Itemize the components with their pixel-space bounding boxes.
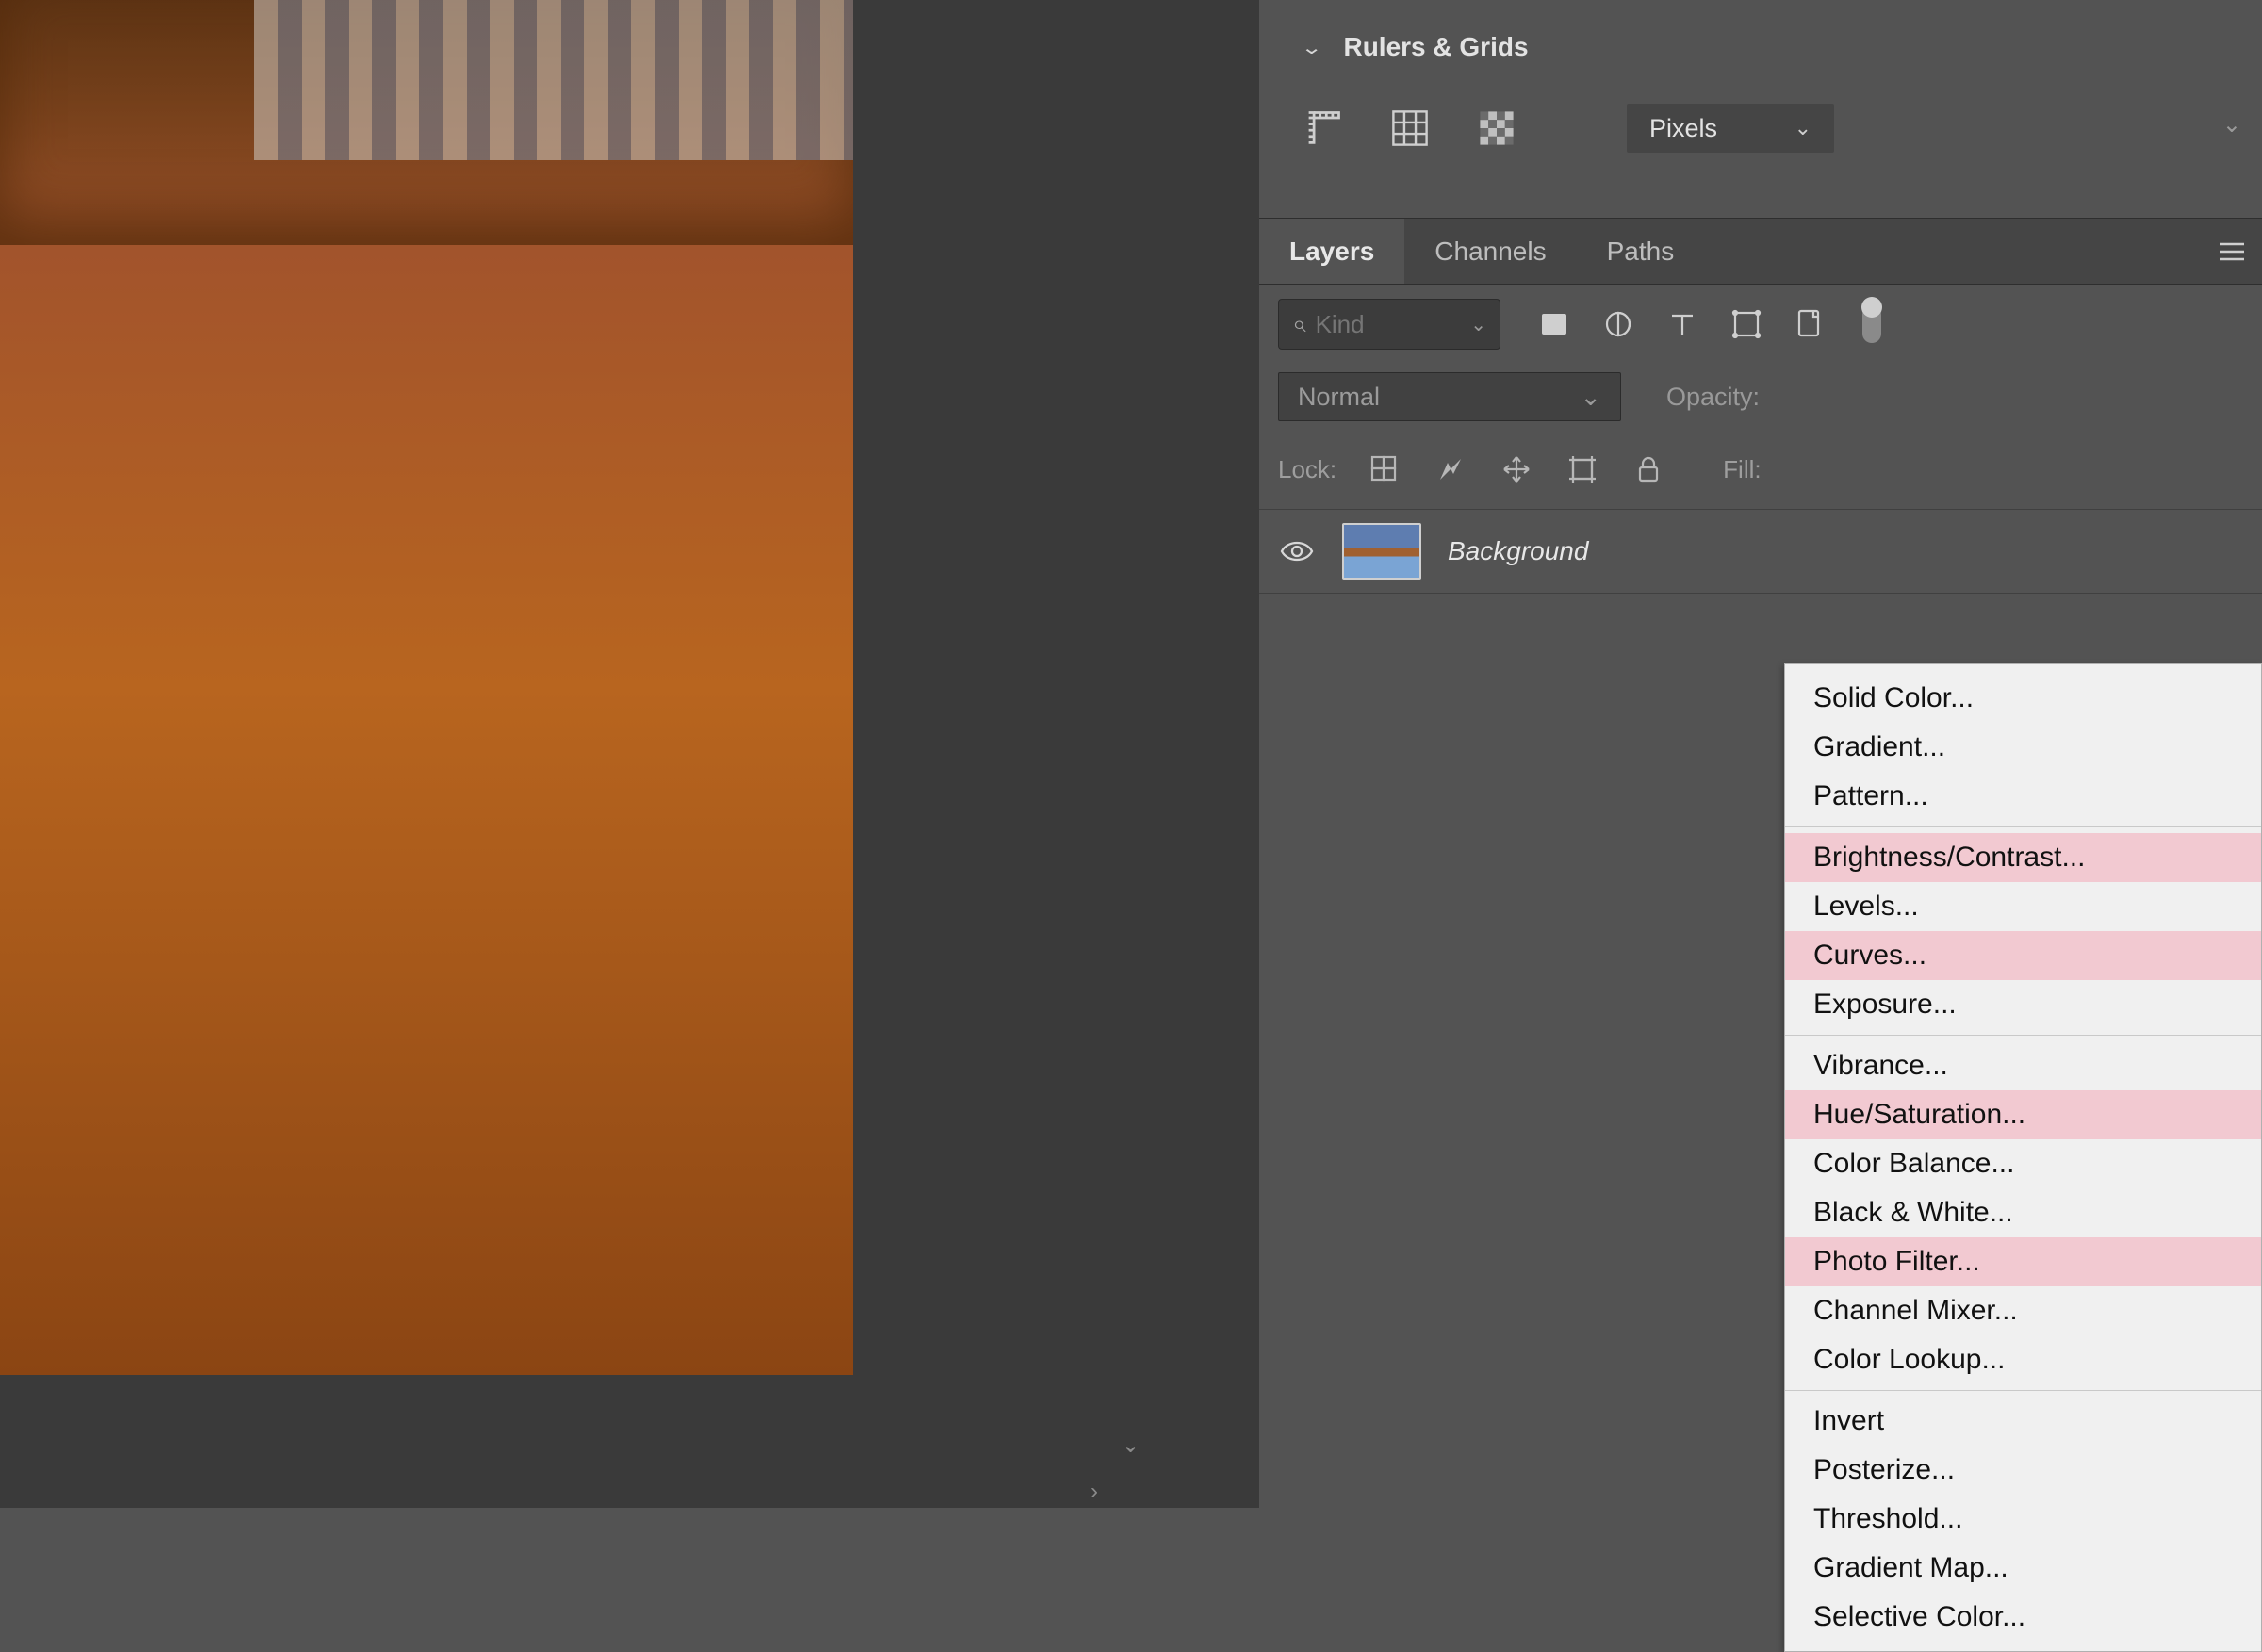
blend-mode-value: Normal	[1298, 383, 1380, 412]
rulers-grids-title: Rulers & Grids	[1343, 32, 1528, 62]
lock-fill-row: Lock: Fill:	[1259, 430, 2262, 509]
layer-filter-icons	[1536, 305, 1881, 343]
transparency-grid-icon[interactable]	[1474, 106, 1519, 151]
tab-layers[interactable]: Layers	[1259, 219, 1404, 284]
lock-position-icon[interactable]	[1499, 451, 1534, 487]
chevron-down-icon: ⌄	[1580, 383, 1601, 412]
menu-item-threshold[interactable]: Threshold...	[1785, 1495, 2261, 1544]
menu-item-exposure[interactable]: Exposure...	[1785, 980, 2261, 1029]
layer-filter-kind[interactable]: ⌕ ⌄	[1278, 299, 1500, 350]
tab-channels[interactable]: Channels	[1404, 219, 1576, 284]
layer-thumbnail[interactable]	[1342, 523, 1421, 580]
vertical-scrollbar[interactable]: ⌄	[1117, 0, 1144, 1470]
rulers-grids-panel: ⌄ Rulers & Grids Pixels ⌄	[1259, 0, 2262, 219]
menu-separator	[1785, 826, 2261, 827]
menu-item-color-lookup[interactable]: Color Lookup...	[1785, 1335, 2261, 1384]
filter-shape-icon[interactable]	[1729, 306, 1764, 342]
fill-label: Fill:	[1723, 455, 1761, 484]
menu-item-black-white[interactable]: Black & White...	[1785, 1188, 2261, 1237]
menu-item-hue-saturation[interactable]: Hue/Saturation...	[1785, 1090, 2261, 1139]
menu-item-invert[interactable]: Invert	[1785, 1397, 2261, 1446]
scroll-right-icon: ›	[1090, 1479, 1098, 1505]
lock-label: Lock:	[1278, 455, 1336, 484]
lock-transparency-icon[interactable]	[1367, 451, 1402, 487]
menu-item-curves[interactable]: Curves...	[1785, 931, 2261, 980]
chevron-down-icon: ⌄	[1301, 36, 1322, 57]
blend-mode-select[interactable]: Normal ⌄	[1278, 372, 1621, 421]
menu-item-gradient[interactable]: Gradient...	[1785, 723, 2261, 772]
menu-item-photo-filter[interactable]: Photo Filter...	[1785, 1237, 2261, 1286]
menu-item-selective-color[interactable]: Selective Color...	[1785, 1593, 2261, 1642]
layer-row-background[interactable]: Background	[1259, 509, 2262, 594]
document-image[interactable]	[0, 0, 853, 1375]
lock-image-icon[interactable]	[1433, 451, 1468, 487]
filter-type-icon[interactable]	[1664, 306, 1700, 342]
menu-item-gradient-map[interactable]: Gradient Map...	[1785, 1544, 2261, 1593]
layers-panel: Layers Channels Paths ⌕ ⌄	[1259, 219, 2262, 1508]
layer-filter-row: ⌕ ⌄	[1259, 285, 2262, 364]
visibility-eye-icon[interactable]	[1278, 532, 1316, 570]
chevron-down-icon: ⌄	[1795, 116, 1811, 140]
menu-item-channel-mixer[interactable]: Channel Mixer...	[1785, 1286, 2261, 1335]
menu-item-vibrance[interactable]: Vibrance...	[1785, 1041, 2261, 1090]
lock-all-icon[interactable]	[1631, 451, 1666, 487]
menu-item-solid-color[interactable]: Solid Color...	[1785, 674, 2261, 723]
horizontal-scrollbar[interactable]: ›	[0, 1475, 1117, 1508]
panel-menu-icon[interactable]	[2202, 219, 2262, 284]
tab-paths[interactable]: Paths	[1577, 219, 1705, 284]
grid-icon[interactable]	[1387, 106, 1433, 151]
chevron-down-icon: ⌄	[1470, 313, 1486, 336]
menu-item-pattern[interactable]: Pattern...	[1785, 772, 2261, 821]
menu-item-brightness-contrast[interactable]: Brightness/Contrast...	[1785, 833, 2261, 882]
ruler-icon[interactable]	[1301, 106, 1346, 151]
ruler-units-value: Pixels	[1649, 114, 1717, 143]
menu-item-levels[interactable]: Levels...	[1785, 882, 2261, 931]
menu-item-posterize[interactable]: Posterize...	[1785, 1446, 2261, 1495]
ruler-units-select[interactable]: Pixels ⌄	[1627, 104, 1834, 153]
lock-artboard-icon[interactable]	[1565, 451, 1600, 487]
search-icon: ⌕	[1292, 309, 1306, 339]
rulers-grids-toolbar: Pixels ⌄	[1301, 104, 2221, 153]
canvas-area: ⌄ ›	[0, 0, 1259, 1508]
rulers-grids-header[interactable]: ⌄ Rulers & Grids	[1301, 28, 2221, 66]
menu-item-color-balance[interactable]: Color Balance...	[1785, 1139, 2261, 1188]
chevron-down-icon[interactable]: ⌄	[2222, 111, 2241, 139]
filter-adjustment-icon[interactable]	[1600, 306, 1636, 342]
blend-opacity-row: Normal ⌄ Opacity:	[1259, 364, 2262, 430]
filter-smartobject-icon[interactable]	[1793, 306, 1828, 342]
layer-filter-input[interactable]	[1316, 310, 1436, 339]
menu-separator	[1785, 1390, 2261, 1391]
adjustment-layer-menu: Solid Color...Gradient...Pattern... Brigh…	[1784, 663, 2262, 1652]
panel-tabs: Layers Channels Paths	[1259, 219, 2262, 285]
panels-column: ⌄ Rulers & Grids Pixels ⌄	[1259, 0, 2262, 1508]
filter-toggle[interactable]	[1862, 305, 1881, 343]
filter-pixel-icon[interactable]	[1536, 306, 1572, 342]
opacity-label: Opacity:	[1666, 383, 1760, 412]
scroll-down-icon: ⌄	[1121, 1431, 1139, 1459]
menu-separator	[1785, 1035, 2261, 1036]
layer-name: Background	[1448, 536, 1588, 566]
